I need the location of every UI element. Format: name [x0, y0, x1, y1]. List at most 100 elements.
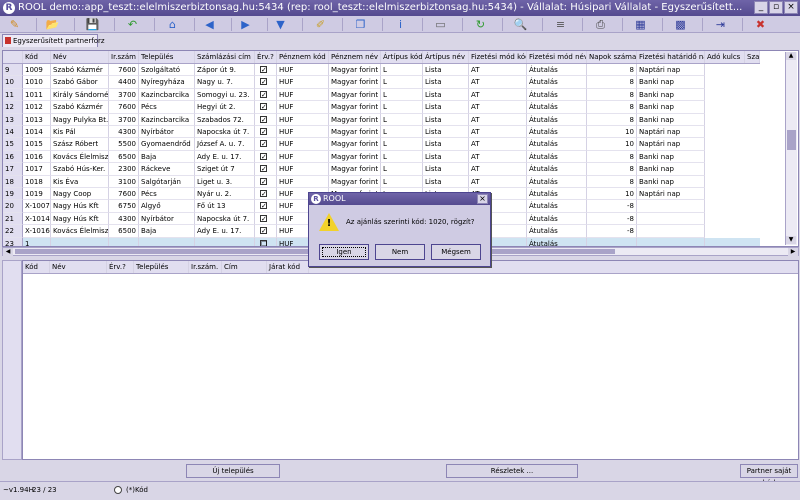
checkbox[interactable]: ✓ [260, 177, 267, 185]
scroll-right-icon[interactable]: ▶ [788, 248, 798, 256]
table-cell[interactable]: 5500 [109, 138, 139, 151]
table-cell[interactable]: Király Sándorné [51, 88, 109, 102]
column-header[interactable]: Kód [23, 261, 50, 273]
table-cell[interactable]: Banki nap [637, 76, 705, 89]
new-settlement-button[interactable]: Új település [186, 464, 280, 478]
table-row[interactable]: 14 1014 Kis Pál 4300 Nyírbátor Napocska út 7.… [3, 126, 760, 139]
code-radio[interactable] [114, 486, 122, 494]
table-cell[interactable] [51, 237, 109, 246]
table-cell[interactable]: 1012 [23, 101, 51, 114]
table-cell[interactable]: Gyomaendrőd [139, 138, 195, 151]
table-cell[interactable]: 7600 [109, 64, 139, 77]
valid-checkbox-cell[interactable]: ✓ [255, 138, 277, 151]
valid-checkbox-cell[interactable]: ✓ [255, 225, 277, 238]
column-header[interactable]: Fizetési mód kód [469, 51, 527, 63]
table-row[interactable]: 161016Kovács Élelmiszer Kft.6500BajaAdy … [3, 150, 760, 164]
table-cell[interactable]: Naptári nap [637, 138, 705, 151]
table-cell[interactable]: Átutalás [527, 76, 587, 89]
column-header[interactable]: Ir.szám. [189, 261, 222, 273]
column-header[interactable]: Név [51, 51, 109, 63]
table-cell[interactable]: Nyíregyháza [139, 76, 195, 89]
valid-checkbox-cell[interactable]: ✓ [255, 88, 277, 102]
table-cell[interactable]: Átutalás [527, 212, 587, 226]
table-cell[interactable]: AT [469, 138, 527, 151]
checkbox[interactable]: ✓ [260, 66, 267, 74]
row-number[interactable]: 23 [3, 237, 23, 246]
yes-button[interactable]: Igen [319, 244, 369, 260]
table-cell[interactable]: Naptári nap [637, 64, 705, 77]
table-cell[interactable]: Nagy Pulyka Bt. [51, 113, 109, 126]
valid-checkbox-cell[interactable]: ✓ [255, 113, 277, 126]
table-cell[interactable]: 8 [587, 76, 637, 89]
table-cell[interactable]: Lista [423, 126, 469, 139]
table-cell[interactable]: 1016 [23, 150, 51, 164]
table-cell[interactable]: József A. u. 7. [195, 138, 255, 151]
table-cell[interactable]: Nagy u. 7. [195, 76, 255, 89]
checkbox[interactable]: ✓ [260, 115, 267, 123]
table-cell[interactable]: Magyar forint [329, 76, 381, 89]
table-cell[interactable]: Naptári nap [637, 126, 705, 139]
column-header[interactable]: Napok száma [587, 51, 637, 63]
table-cell[interactable]: AT [469, 113, 527, 126]
table-cell[interactable] [139, 237, 195, 246]
table-cell[interactable]: Magyar forint [329, 175, 381, 188]
table-cell[interactable]: Nagy Hús Kft [51, 212, 109, 226]
table-row[interactable]: 11 1011 Király Sándorné 3700 Kazincbarcika So… [3, 88, 760, 102]
table-cell[interactable]: Pécs [139, 188, 195, 201]
table-cell[interactable]: Szabó Kázmér [51, 101, 109, 114]
table-cell[interactable]: Ady E. u. 17. [195, 225, 255, 238]
checkbox[interactable]: ✓ [260, 202, 267, 210]
table-cell[interactable]: Szabados 72. [195, 113, 255, 126]
column-header[interactable]: Kód [23, 51, 51, 63]
checkbox[interactable]: ✓ [260, 78, 267, 86]
table-cell[interactable]: Átutalás [527, 175, 587, 188]
checkbox[interactable]: ✓ [260, 214, 267, 222]
table-cell[interactable]: 1018 [23, 175, 51, 188]
table-cell[interactable]: AT [469, 150, 527, 164]
table-cell[interactable] [637, 212, 705, 226]
table-cell[interactable]: 3700 [109, 113, 139, 126]
checkbox[interactable]: ✓ [260, 165, 267, 173]
table-cell[interactable]: AT [469, 76, 527, 89]
table-cell[interactable]: Banki nap [637, 163, 705, 176]
table-cell[interactable]: Hegyi út 2. [195, 101, 255, 114]
table-cell[interactable]: 8 [587, 113, 637, 126]
table-cell[interactable]: AT [469, 175, 527, 188]
valid-checkbox-cell[interactable]: ✓ [255, 212, 277, 226]
column-header[interactable]: Adó kulcs [705, 51, 745, 63]
table-cell[interactable]: HUF [277, 175, 329, 188]
column-header[interactable]: Sza [745, 51, 760, 63]
table-cell[interactable]: 6750 [109, 200, 139, 213]
scroll-up-icon[interactable]: ▲ [786, 52, 796, 60]
table-cell[interactable]: Szabó Kázmér [51, 64, 109, 77]
checkbox[interactable]: ✓ [260, 90, 267, 98]
row-number[interactable]: 19 [3, 188, 23, 201]
table-cell[interactable]: 1009 [23, 64, 51, 77]
table-cell[interactable]: 10 [587, 188, 637, 201]
table-cell[interactable]: 1013 [23, 113, 51, 126]
valid-checkbox-cell[interactable]: ✓ [255, 200, 277, 213]
table-cell[interactable]: 6500 [109, 150, 139, 164]
column-header[interactable]: Pénznem név [329, 51, 381, 63]
exit-icon[interactable]: ✖ [752, 17, 769, 32]
table-cell[interactable]: 1 [23, 237, 51, 246]
valid-checkbox-cell[interactable]: ✓ [255, 175, 277, 188]
cancel-button[interactable]: Mégsem [431, 244, 481, 260]
table-cell[interactable]: 2300 [109, 163, 139, 176]
column-header[interactable]: Település [139, 51, 195, 63]
next-icon[interactable]: ▶ [237, 17, 254, 32]
valid-checkbox-cell[interactable]: ✓ [255, 101, 277, 114]
table-cell[interactable]: AT [469, 101, 527, 114]
column-header[interactable]: Járat kód [267, 261, 309, 273]
table-cell[interactable] [195, 237, 255, 246]
column-header[interactable]: Fizetési mód név [527, 51, 587, 63]
valid-checkbox-cell[interactable]: ✓ [255, 150, 277, 164]
checkbox[interactable]: ✓ [260, 152, 267, 160]
export-icon[interactable]: ⇥ [712, 17, 729, 32]
save-icon[interactable]: 💾 [84, 17, 101, 32]
table-cell[interactable]: Átutalás [527, 88, 587, 102]
table-cell[interactable]: L [381, 126, 423, 139]
pencil-icon[interactable]: ✐ [312, 17, 329, 32]
scroll-thumb[interactable] [787, 130, 796, 150]
table-cell[interactable]: L [381, 88, 423, 102]
